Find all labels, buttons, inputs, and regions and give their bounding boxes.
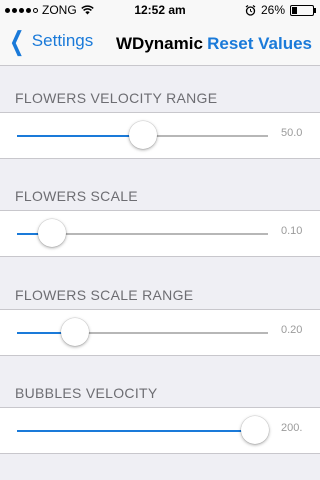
- slider-track[interactable]: [17, 318, 268, 346]
- slider-thumb[interactable]: [38, 219, 67, 247]
- back-button-label: Settings: [31, 31, 94, 50]
- battery-percent: 26%: [260, 3, 285, 17]
- slider-track[interactable]: [17, 219, 268, 247]
- section-header-bubbles-velocity: BUBBLES VELOCITY: [15, 385, 158, 401]
- slider-cell-flowers-scale-range: 0.20: [0, 309, 320, 356]
- slider-value: 200.: [281, 422, 303, 434]
- section-header-flowers-scale-range: FLOWERS SCALE RANGE: [15, 287, 194, 303]
- slider-thumb[interactable]: [241, 416, 270, 444]
- slider-value: 0.20: [281, 324, 303, 336]
- status-bar: ZONG 12:52 am 26%: [0, 0, 320, 20]
- slider-track[interactable]: [17, 121, 268, 149]
- slider-value: 50.0: [281, 127, 303, 139]
- slider-track[interactable]: [17, 416, 270, 444]
- slider-thumb[interactable]: [60, 318, 89, 346]
- slider-thumb[interactable]: [128, 121, 157, 149]
- back-button[interactable]: ❮ Settings: [6, 26, 94, 56]
- slider-cell-flowers-scale: 0.10: [0, 210, 320, 257]
- slider-fill: [17, 135, 143, 137]
- slider-cell-bubbles-velocity: 200.: [0, 407, 320, 454]
- navigation-bar: ❮ Settings WDynamic Reset Values: [0, 20, 320, 66]
- section-header-flowers-scale: FLOWERS SCALE: [15, 188, 138, 204]
- slider-fill: [17, 430, 256, 432]
- battery-level-fill: [292, 6, 297, 14]
- slider-value: 0.10: [281, 225, 303, 237]
- status-right: 26%: [245, 3, 316, 17]
- chevron-left-icon: ❮: [9, 26, 25, 56]
- page-title: WDynamic: [116, 34, 203, 53]
- reset-values-button[interactable]: Reset Values: [207, 34, 312, 54]
- section-header-flowers-velocity-range: FLOWERS VELOCITY RANGE: [15, 90, 218, 106]
- alarm-icon: [245, 4, 256, 16]
- battery-icon: [290, 4, 316, 16]
- slider-cell-flowers-velocity-range: 50.0: [0, 112, 320, 159]
